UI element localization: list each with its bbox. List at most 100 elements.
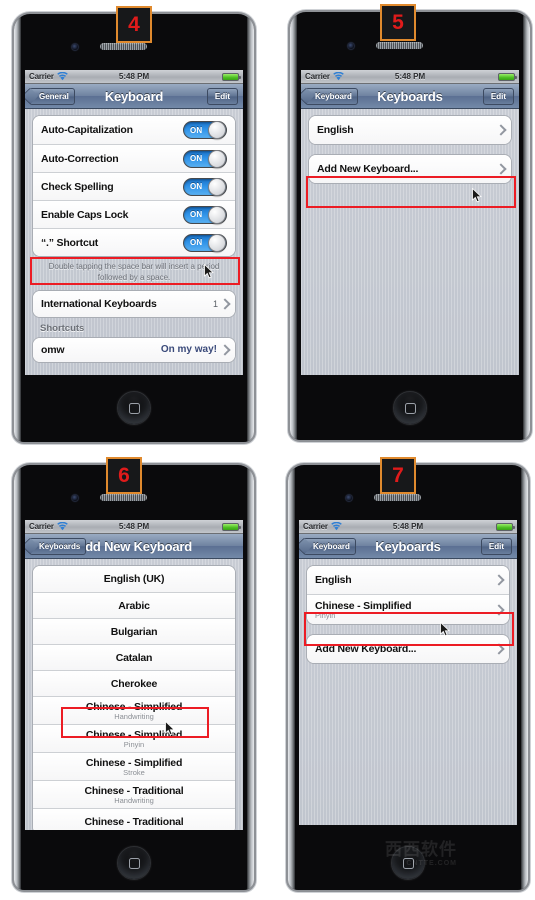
navigation-bar-4: General Keyboard Edit [25,84,243,109]
phone-screen-6: Carrier 5:48 PM Keyboards Add New Keyboa… [25,520,243,830]
status-bar-time: 5:48 PM [118,522,150,531]
panel-step-7: Carrier 5:48 PM Keyboard Keyboards Edit … [270,455,535,900]
front-camera-icon [346,495,352,501]
phone-bezel-right [523,12,530,440]
front-camera-icon [72,495,78,501]
toggle-knob [208,149,226,168]
toggle-state-label: ON [190,238,203,247]
language-sublabel: Handwriting [114,711,154,721]
toggle-knob [208,177,226,196]
row-label: Add New Keyboard... [315,643,417,655]
keyboards-content-5: English Add New Keyboard... [301,109,519,375]
toggle-state-label: ON [190,154,203,163]
chevron-right-icon [495,644,501,654]
mouse-cursor [204,264,214,279]
active-keyboards-group: English [308,115,512,145]
row-keyboard-english[interactable]: English [307,566,509,594]
earpiece-speaker [100,43,147,50]
shortcuts-group: omw On my way! [32,336,236,363]
battery-full-icon [498,72,517,81]
row-add-new-keyboard[interactable]: Add New Keyboard... [307,635,509,663]
navigation-bar-6: Keyboards Add New Keyboard [25,534,243,559]
toggle-knob [208,233,226,252]
row-label: Enable Caps Lock [41,208,129,221]
language-row-bulgarian[interactable]: Bulgarian [33,618,235,644]
language-row-cherokee[interactable]: Cherokee [33,670,235,696]
back-button-keyboard[interactable]: Keyboard [303,537,356,555]
language-label: Arabic [118,599,150,612]
toggle-row-check-spelling[interactable]: Check Spelling ON [33,172,235,200]
toggle-auto-capitalization[interactable]: ON [183,121,227,139]
row-add-new-keyboard[interactable]: Add New Keyboard... [309,155,511,183]
toggle-row-enable-caps-lock[interactable]: Enable Caps Lock ON [33,200,235,228]
back-button-keyboard[interactable]: Keyboard [305,87,358,105]
row-international-keyboards[interactable]: International Keyboards 1 [33,290,235,317]
language-row-chinese-traditional-handwriting[interactable]: Chinese - Traditional Handwriting [33,780,235,808]
toggle-check-spelling[interactable]: ON [183,177,227,196]
step-number-badge-6: 6 [106,457,142,494]
keyboard-label: English [315,574,352,586]
language-row-chinese-traditional-partial[interactable]: Chinese - Traditional [33,808,235,830]
row-shortcut-omw[interactable]: omw On my way! [33,337,235,362]
home-button[interactable] [117,846,151,880]
toggle-row-period-shortcut[interactable]: “.” Shortcut ON [33,228,235,256]
status-bar: Carrier 5:48 PM [25,520,243,534]
front-camera-icon [72,44,78,50]
page-title: Keyboards [375,538,441,554]
shortcut-expansion: On my way! [160,344,217,356]
language-sublabel: Handwriting [114,795,154,805]
row-keyboard-english[interactable]: English [309,116,511,144]
chevron-right-icon [497,164,503,174]
language-row-chinese-simplified-pinyin[interactable]: Chinese - Simplified Pinyin [33,724,235,752]
language-row-catalan[interactable]: Catalan [33,644,235,670]
toggle-knob [208,121,226,139]
battery-full-icon [222,72,241,81]
row-text: Arabic [41,600,227,612]
language-row-chinese-simplified-stroke[interactable]: Chinese - Simplified Stroke [33,752,235,780]
iphone-frame-5: Carrier 5:48 PM Keyboard Keyboards Edit … [290,12,530,440]
phone-screen-7: Carrier 5:48 PM Keyboard Keyboards Edit … [299,520,517,825]
back-button-general[interactable]: General [29,87,75,105]
row-keyboard-chinese-simplified-pinyin[interactable]: Chinese - Simplified Pinyin [307,594,509,624]
language-row-chinese-simplified-handwriting[interactable]: Chinese - Simplified Handwriting [33,696,235,724]
iphone-frame-7: Carrier 5:48 PM Keyboard Keyboards Edit … [288,465,528,890]
language-row-english-uk[interactable]: English (UK) [33,566,235,592]
panel-step-4: Carrier 5:48 PM General Keyboard Edit Au… [0,0,270,455]
toggle-state-label: ON [190,125,203,135]
international-keyboards-group: International Keyboards 1 [32,289,236,318]
edit-button[interactable]: Edit [206,87,238,105]
toggle-row-auto-correction[interactable]: Auto-Correction ON [33,144,235,172]
toggle-auto-correction[interactable]: ON [183,149,227,168]
language-list-content-6: English (UK) Arabic Bulgarian Catalan Ch… [25,559,243,830]
page-title: Add New Keyboard [76,538,192,554]
settings-content-4: Auto-Capitalization ON Auto-Correction O… [25,109,243,375]
page-title: Keyboards [377,88,443,104]
toggle-enable-caps-lock[interactable]: ON [183,205,227,224]
row-label: “.” Shortcut [41,236,99,249]
chevron-right-icon [221,345,227,355]
back-button-keyboards[interactable]: Keyboards [29,537,87,555]
edit-button[interactable]: Edit [480,537,512,555]
row-label: Auto-Capitalization [41,124,133,136]
mouse-cursor [472,188,482,203]
earpiece-speaker [374,494,421,501]
toggle-period-shortcut[interactable]: ON [183,233,227,252]
chevron-right-icon [495,605,501,615]
iphone-frame-4: Carrier 5:48 PM General Keyboard Edit Au… [14,14,254,442]
language-sublabel: Stroke [123,767,145,777]
phone-bezel-right [521,465,528,890]
home-button[interactable] [117,391,151,425]
row-label: Check Spelling [41,180,114,193]
toggle-row-auto-capitalization[interactable]: Auto-Capitalization ON [33,116,235,144]
language-row-arabic[interactable]: Arabic [33,592,235,618]
row-text: English [315,574,495,586]
row-text: Bulgarian [41,626,227,638]
edit-button[interactable]: Edit [482,87,514,105]
row-text: Chinese - Simplified Handwriting [41,701,227,721]
phone-screen-5: Carrier 5:48 PM Keyboard Keyboards Edit … [301,70,519,375]
chevron-right-icon [497,125,503,135]
home-button[interactable] [393,391,427,425]
battery-full-icon [496,522,515,531]
phone-bezel-left [288,465,295,890]
home-square-icon [404,402,416,414]
